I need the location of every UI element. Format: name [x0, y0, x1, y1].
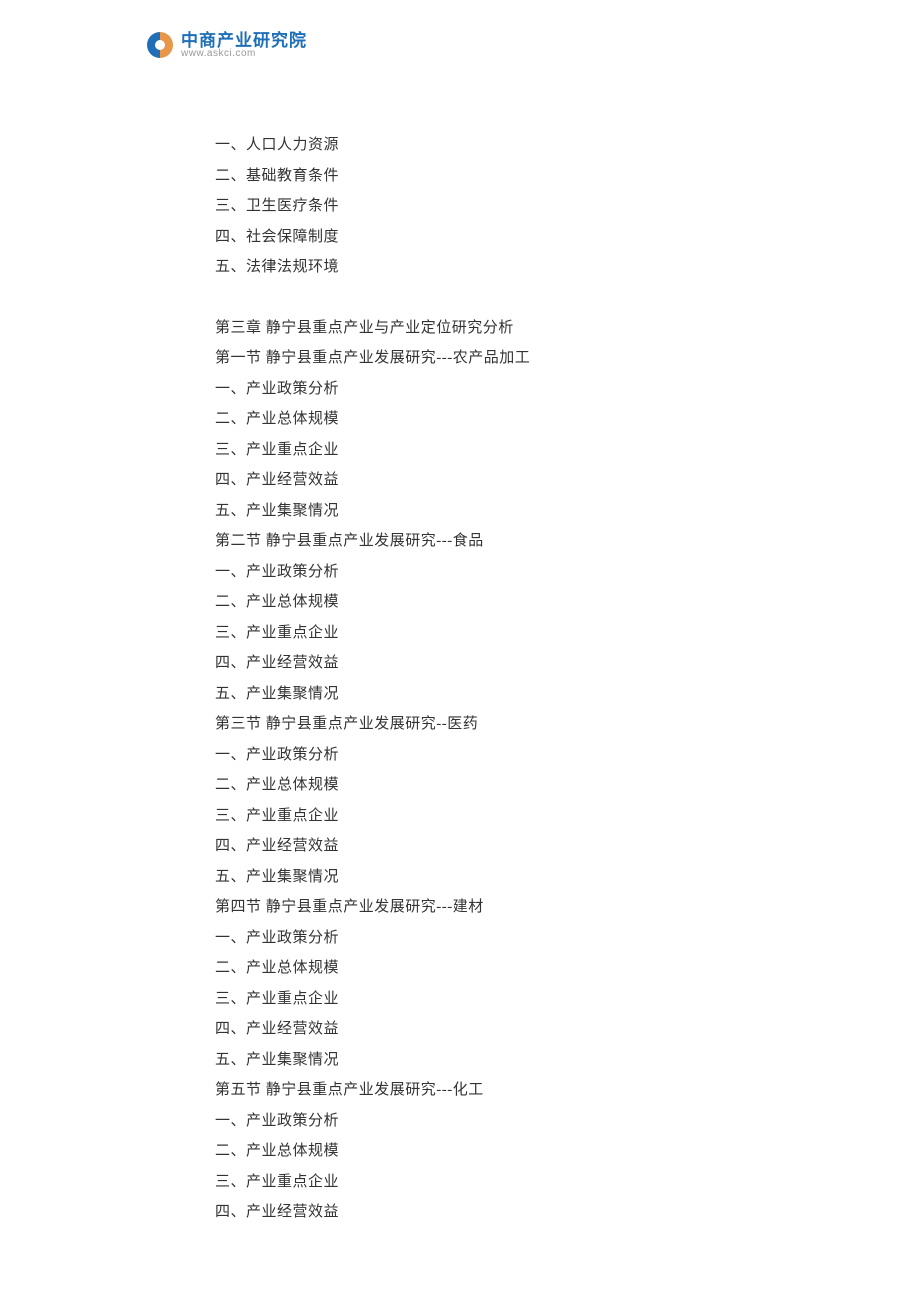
- toc-line: 三、产业重点企业: [215, 1167, 775, 1198]
- logo-url-text: www.askci.com: [181, 49, 307, 59]
- toc-line: 三、卫生医疗条件: [215, 191, 775, 222]
- toc-line: 五、产业集聚情况: [215, 496, 775, 527]
- toc-line: 二、基础教育条件: [215, 161, 775, 192]
- toc-line: 四、产业经营效益: [215, 648, 775, 679]
- toc-line: 二、产业总体规模: [215, 587, 775, 618]
- logo-main-text: 中商产业研究院: [181, 32, 307, 49]
- toc-line: 三、产业重点企业: [215, 435, 775, 466]
- toc-line: 四、产业经营效益: [215, 1197, 775, 1228]
- toc-line: 五、产业集聚情况: [215, 862, 775, 893]
- logo-icon: [145, 30, 175, 60]
- document-content: 一、人口人力资源 二、基础教育条件 三、卫生医疗条件 四、社会保障制度 五、法律…: [215, 130, 775, 1228]
- toc-section-heading: 第二节 静宁县重点产业发展研究---食品: [215, 526, 775, 557]
- header-logo: 中商产业研究院 www.askci.com: [145, 30, 307, 60]
- toc-line: 三、产业重点企业: [215, 618, 775, 649]
- toc-line: 一、产业政策分析: [215, 557, 775, 588]
- toc-line: 一、产业政策分析: [215, 740, 775, 771]
- toc-line: 二、产业总体规模: [215, 1136, 775, 1167]
- toc-line: 三、产业重点企业: [215, 801, 775, 832]
- toc-line: 四、产业经营效益: [215, 465, 775, 496]
- toc-chapter-heading: 第三章 静宁县重点产业与产业定位研究分析: [215, 313, 775, 344]
- toc-line: 四、社会保障制度: [215, 222, 775, 253]
- toc-section-heading: 第一节 静宁县重点产业发展研究---农产品加工: [215, 343, 775, 374]
- toc-line: 五、产业集聚情况: [215, 1045, 775, 1076]
- toc-line: 一、产业政策分析: [215, 1106, 775, 1137]
- toc-line: 一、人口人力资源: [215, 130, 775, 161]
- toc-line: 五、法律法规环境: [215, 252, 775, 283]
- toc-line: 四、产业经营效益: [215, 1014, 775, 1045]
- toc-line: 二、产业总体规模: [215, 404, 775, 435]
- toc-line: 一、产业政策分析: [215, 923, 775, 954]
- toc-line: 四、产业经营效益: [215, 831, 775, 862]
- toc-line: 五、产业集聚情况: [215, 679, 775, 710]
- toc-line: 一、产业政策分析: [215, 374, 775, 405]
- toc-section-heading: 第四节 静宁县重点产业发展研究---建材: [215, 892, 775, 923]
- toc-line: 二、产业总体规模: [215, 770, 775, 801]
- toc-section-heading: 第三节 静宁县重点产业发展研究--医药: [215, 709, 775, 740]
- toc-section-heading: 第五节 静宁县重点产业发展研究---化工: [215, 1075, 775, 1106]
- blank-line: [215, 283, 775, 313]
- toc-line: 二、产业总体规模: [215, 953, 775, 984]
- toc-line: 三、产业重点企业: [215, 984, 775, 1015]
- logo-text-wrapper: 中商产业研究院 www.askci.com: [181, 32, 307, 59]
